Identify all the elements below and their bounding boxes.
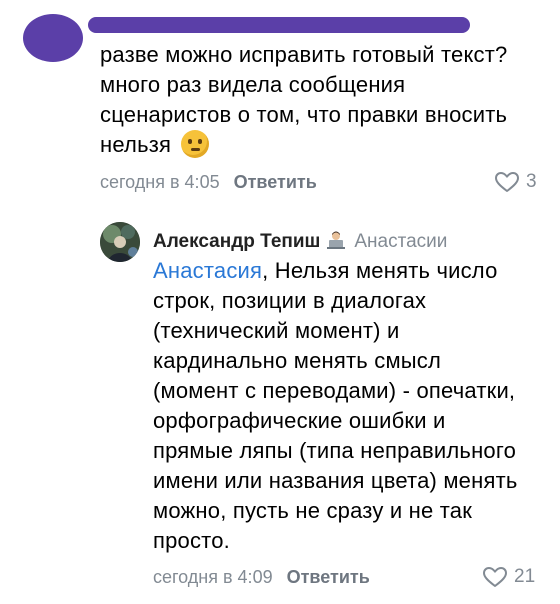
- like-button[interactable]: 3: [494, 171, 537, 193]
- comment-body: разве можно исправить готовый текст? мно…: [100, 42, 508, 157]
- avatar[interactable]: [100, 222, 140, 262]
- reply-button[interactable]: Ответить: [234, 172, 317, 192]
- heart-icon: [483, 567, 507, 587]
- timestamp: сегодня в 4:05: [100, 172, 220, 192]
- technologist-icon: [326, 230, 346, 250]
- comment-text: Анастасия, Нельзя менять число строк, по…: [153, 256, 523, 556]
- like-count: 3: [526, 171, 537, 192]
- like-button[interactable]: 21: [482, 566, 535, 588]
- timestamp: сегодня в 4:09: [153, 567, 273, 587]
- comment-meta: сегодня в 4:09 Ответить: [153, 567, 370, 588]
- mention-link[interactable]: Анастасия: [153, 258, 262, 283]
- thinking-face-icon: [181, 130, 210, 158]
- reply-recipient[interactable]: Анастасии: [354, 231, 447, 252]
- comment-text: разве можно исправить готовый текст? мно…: [100, 40, 540, 160]
- comment-meta: сегодня в 4:05 Ответить: [100, 172, 317, 193]
- author-name[interactable]: Александр Тепиш: [153, 231, 320, 252]
- reply-button[interactable]: Ответить: [287, 567, 370, 587]
- author-name-redacted[interactable]: [88, 17, 470, 33]
- like-count: 21: [514, 566, 536, 587]
- avatar-image: [100, 222, 140, 262]
- comment-body: , Нельзя менять число строк, позиции в д…: [153, 258, 518, 553]
- heart-icon: [495, 172, 519, 192]
- comment-header: Александр Тепиш Анастасии: [153, 230, 447, 254]
- avatar-redacted[interactable]: [23, 14, 83, 62]
